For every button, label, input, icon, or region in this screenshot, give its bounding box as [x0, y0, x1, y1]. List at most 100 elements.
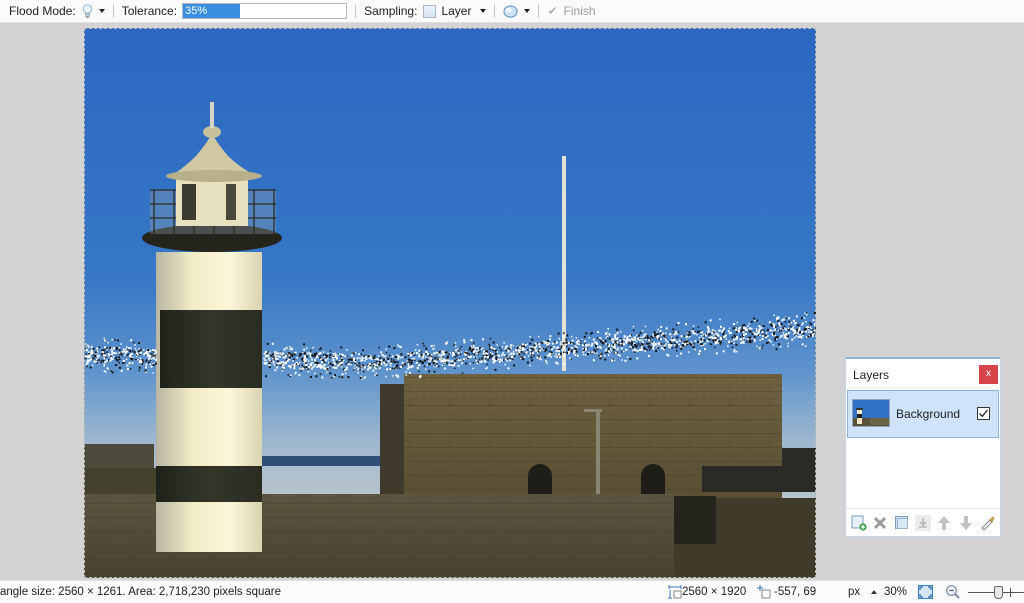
flood-mode-label: Flood Mode: [9, 4, 76, 18]
selection-noise-pixel [628, 342, 631, 345]
selection-noise-pixel [675, 332, 678, 335]
selection-noise-pixel [461, 362, 463, 365]
selection-noise-pixel [741, 329, 744, 332]
selection-noise-pixel [387, 357, 390, 360]
selection-noise-pixel [145, 366, 147, 369]
selection-noise-pixel [347, 376, 350, 379]
move-layer-up-icon[interactable] [936, 515, 952, 531]
add-layer-icon[interactable] [851, 515, 867, 531]
selection-noise-pixel [475, 352, 478, 355]
selection-noise-pixel [441, 364, 444, 366]
sampling-dropdown[interactable]: Layer [417, 4, 487, 18]
chevron-up-icon[interactable] [871, 590, 877, 594]
layer-thumbnail [852, 399, 890, 427]
selection-noise-pixel [354, 364, 356, 367]
selection-noise-pixel [615, 342, 618, 345]
selection-noise-pixel [263, 361, 266, 364]
tolerance-slider[interactable]: 35% [182, 3, 348, 19]
selection-noise-pixel [448, 359, 450, 362]
image-size-icon [668, 585, 682, 599]
selection-noise-pixel [434, 364, 436, 367]
selection-noise-pixel [724, 334, 727, 337]
selection-mode-dropdown[interactable] [503, 4, 531, 18]
selection-noise-pixel [457, 352, 460, 355]
selection-noise-pixel [454, 342, 457, 344]
selection-noise-pixel [411, 351, 414, 354]
selection-noise-pixel [277, 352, 279, 354]
selection-noise-pixel [138, 348, 140, 350]
layer-row-background[interactable]: Background [847, 390, 999, 438]
selection-noise-pixel [374, 367, 377, 370]
selection-noise-pixel [463, 341, 466, 344]
selection-noise-pixel [485, 367, 487, 370]
selection-noise-pixel [376, 364, 379, 367]
selection-noise-pixel [419, 360, 422, 363]
zoom-slider-thumb[interactable] [994, 586, 1003, 599]
selection-noise-pixel [117, 356, 120, 359]
selection-noise-pixel [268, 357, 271, 360]
selection-noise-pixel [127, 348, 129, 351]
selection-noise-pixel [115, 352, 117, 354]
selection-noise-pixel [454, 359, 457, 362]
selection-noise-pixel [429, 360, 431, 363]
merge-layer-down-icon[interactable] [914, 514, 931, 531]
zoom-level[interactable]: 30% [884, 586, 907, 598]
selection-noise-pixel [567, 342, 570, 345]
selection-noise-pixel [452, 353, 454, 356]
selection-noise-pixel [786, 335, 789, 338]
selection-noise-pixel [560, 341, 562, 343]
selection-noise-pixel [517, 349, 520, 352]
close-layers-button[interactable]: x [979, 365, 998, 384]
selection-noise-pixel [510, 344, 513, 347]
selection-noise-pixel [580, 340, 582, 342]
selection-noise-pixel [545, 341, 548, 344]
selection-noise-pixel [391, 367, 393, 370]
selection-noise-pixel [145, 363, 148, 366]
selection-noise-pixel [489, 355, 492, 357]
selection-noise-pixel [707, 327, 710, 330]
selection-noise-pixel [363, 367, 366, 369]
selection-noise-pixel [677, 331, 680, 333]
selection-noise-pixel [154, 354, 156, 357]
move-layer-down-icon[interactable] [958, 515, 974, 531]
selection-noise-pixel [138, 366, 141, 369]
selection-noise-pixel [730, 342, 733, 345]
selection-noise-pixel [621, 351, 623, 353]
selection-noise-pixel [426, 364, 428, 366]
finish-button[interactable]: ✔ Finish [547, 4, 595, 18]
selection-noise-pixel [709, 319, 712, 322]
units-selector[interactable]: px [848, 586, 860, 598]
selection-noise-pixel [798, 329, 800, 331]
duplicate-layer-icon[interactable] [894, 515, 910, 531]
selection-noise-pixel [356, 357, 359, 360]
selection-noise-pixel [395, 374, 398, 377]
selection-noise-pixel [325, 356, 328, 359]
selection-noise-pixel [563, 347, 565, 349]
zoom-slider[interactable] [968, 586, 1024, 600]
selection-noise-pixel [573, 352, 575, 354]
selection-noise-pixel [272, 362, 275, 365]
selection-noise-pixel [293, 364, 296, 367]
selection-noise-pixel [766, 335, 768, 338]
flood-mode-dropdown[interactable] [76, 3, 105, 19]
selection-noise-pixel [604, 358, 607, 361]
delete-layer-icon[interactable] [872, 515, 888, 531]
layer-properties-icon[interactable] [979, 515, 995, 531]
selection-noise-pixel [570, 346, 573, 349]
selection-noise-pixel [757, 334, 760, 336]
selection-noise-pixel [636, 349, 639, 352]
selection-noise-pixel [711, 329, 714, 332]
selection-noise-pixel [344, 372, 347, 375]
image-canvas[interactable] [84, 28, 816, 578]
zoom-out-button[interactable] [945, 584, 961, 600]
selection-noise-pixel [307, 370, 310, 373]
selection-noise-pixel [562, 335, 565, 338]
zoom-to-window-button[interactable] [918, 585, 933, 599]
selection-noise-pixel [700, 343, 702, 346]
selection-noise-pixel [805, 321, 807, 323]
canvas-workspace[interactable]: Layers x Background [0, 24, 1024, 580]
selection-noise-pixel [86, 361, 89, 364]
selection-noise-pixel [120, 369, 123, 372]
layer-visibility-checkbox[interactable] [977, 407, 990, 420]
selection-noise-pixel [107, 352, 110, 355]
